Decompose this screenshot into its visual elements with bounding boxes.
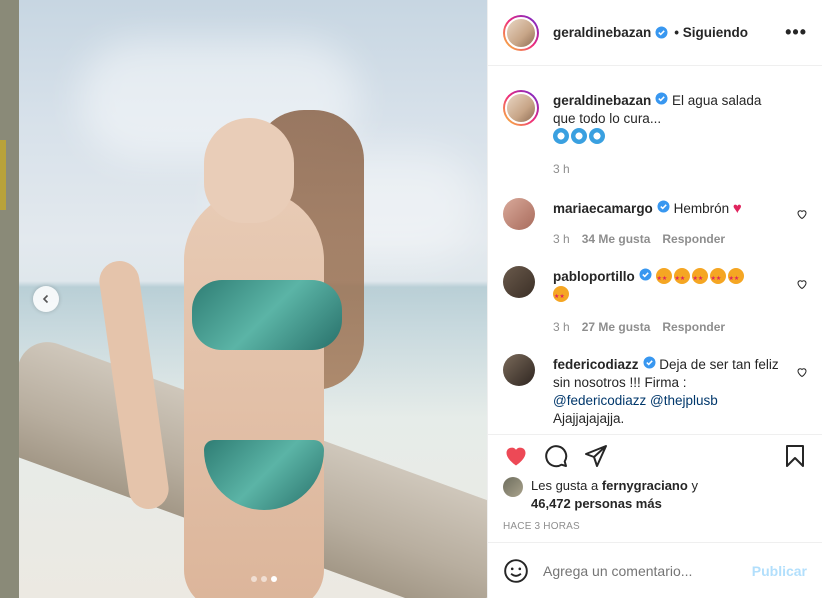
star-struck-emoji-icon — [691, 268, 708, 288]
caption-time[interactable]: 3 h — [553, 162, 570, 176]
post-details-panel: geraldinebazan • Siguiendo ••• geraldine… — [487, 0, 822, 598]
comments-list: geraldinebazan El agua salada que todo l… — [488, 66, 822, 434]
verified-badge-icon — [655, 92, 668, 105]
more-options-icon[interactable]: ••• — [785, 23, 807, 41]
comment-time[interactable]: 3 h — [553, 320, 570, 334]
star-struck-emoji-icon — [673, 268, 690, 288]
heart-filled-icon — [506, 447, 526, 466]
verified-badge-icon — [657, 200, 670, 213]
commenter-avatar[interactable] — [503, 198, 535, 230]
chevron-left-icon — [42, 294, 49, 304]
liker-avatar[interactable] — [503, 477, 523, 497]
wave-emoji-icon — [589, 128, 605, 144]
save-button[interactable] — [782, 443, 808, 469]
comment-icon — [545, 445, 568, 468]
emoji-smile-icon[interactable] — [503, 558, 529, 584]
carousel-indicator — [251, 576, 277, 582]
verified-badge-icon — [655, 26, 668, 39]
mention-link[interactable]: @federicodiazz — [553, 393, 646, 408]
carousel-dot — [261, 576, 267, 582]
like-comment-heart-icon[interactable] — [796, 278, 808, 290]
reply-button[interactable]: Responder — [662, 320, 725, 334]
post-modal: geraldinebazan • Siguiendo ••• geraldine… — [0, 0, 822, 598]
wave-emoji-icon — [553, 128, 569, 144]
author-avatar[interactable] — [503, 90, 539, 126]
comment-username[interactable]: federicodiazz — [553, 357, 639, 372]
comment-composer: Publicar — [488, 542, 822, 598]
bookmark-icon — [786, 445, 804, 467]
like-comment-heart-icon[interactable] — [796, 366, 808, 378]
star-struck-emoji-icon — [655, 268, 672, 288]
following-status[interactable]: • Siguiendo — [674, 25, 748, 40]
like-button[interactable] — [503, 443, 529, 469]
comment-username[interactable]: mariaecamargo — [553, 201, 653, 216]
verified-badge-icon — [643, 356, 656, 369]
reply-button[interactable]: Responder — [662, 232, 725, 246]
carousel-dot-active — [271, 576, 277, 582]
post-comment-button[interactable]: Publicar — [752, 563, 807, 579]
liker-username[interactable]: fernygraciano — [602, 478, 688, 493]
post-timestamp[interactable]: HACE 3 HORAS — [503, 521, 580, 532]
comment-likes[interactable]: 34 Me gusta — [582, 232, 651, 246]
comment-text-end: Ajajjajajajja. — [553, 411, 625, 426]
post-header: geraldinebazan • Siguiendo ••• — [488, 0, 822, 66]
background-feed — [0, 0, 19, 598]
comment-time[interactable]: 3 h — [553, 232, 570, 246]
photo-subject — [96, 110, 374, 598]
star-struck-emoji-icon — [727, 268, 744, 288]
likes-count[interactable]: 46,472 personas más — [531, 496, 662, 511]
comment-text: Hembrón — [673, 201, 730, 216]
post-actions: Les gusta a fernygraciano y 46,472 perso… — [488, 434, 822, 542]
carousel-dot — [251, 576, 257, 582]
star-struck-emoji-icon — [553, 286, 569, 306]
comment-button[interactable] — [543, 443, 569, 469]
liked-by-summary: Les gusta a fernygraciano y 46,472 perso… — [503, 477, 698, 513]
like-comment-heart-icon[interactable] — [796, 208, 808, 220]
paper-plane-icon — [585, 445, 607, 467]
post-photo[interactable] — [19, 0, 487, 598]
commenter-avatar[interactable] — [503, 266, 535, 298]
author-username[interactable]: geraldinebazan — [553, 25, 651, 40]
previous-photo-button[interactable] — [33, 286, 59, 312]
caption-username[interactable]: geraldinebazan — [553, 93, 651, 108]
comment-username[interactable]: pabloportillo — [553, 269, 635, 284]
mention-link[interactable]: @thejplusb — [650, 393, 718, 408]
commenter-avatar[interactable] — [503, 354, 535, 386]
verified-badge-icon — [639, 268, 652, 281]
comment-likes[interactable]: 27 Me gusta — [582, 320, 651, 334]
red-heart-emoji-icon: ♥ — [732, 200, 742, 217]
share-button[interactable] — [583, 443, 609, 469]
star-struck-emoji-icon — [709, 268, 726, 288]
wave-emoji-icon — [571, 128, 587, 144]
comment-input[interactable] — [543, 562, 752, 579]
author-avatar[interactable] — [503, 14, 539, 51]
